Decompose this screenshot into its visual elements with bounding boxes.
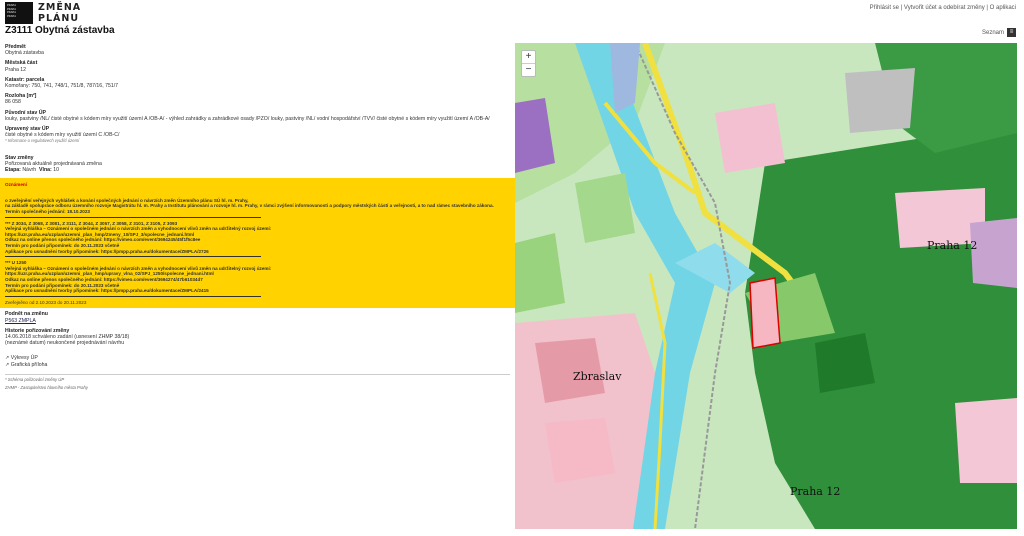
footnote-zhmp: ZHMP - Zastupitelstvo hlavního města Pra… [5,384,88,390]
map-label-praha12-north: Praha 12 [927,239,978,252]
cadastre-value: Komořany: 750, 741, 748/1, 751/8, 787/16… [5,83,119,90]
signup-link[interactable]: Vytvořit účet a odebírat změny [904,5,985,11]
original-state-value: louky, pastviny /NL/ čisté obytné s kóde… [5,115,490,122]
login-link[interactable]: Přihlásit se [870,5,899,11]
brand-line-2: PLÁNU [38,13,80,24]
area-section: Rozloha [m²] 86 058 [5,93,510,105]
modified-state-section: Upravený stav ÚP čisté obytné s kódem mí… [5,126,510,145]
history-status: (neznámé datum) neukončené projednávání … [5,340,125,347]
divider [5,216,261,218]
zoom-in-button[interactable]: + [522,51,535,63]
wave-value: 10 [53,167,59,174]
district-section: Městská část Praha 12 [5,60,510,72]
comment-app-link-1[interactable]: Aplikace pro usnadnění tvorby připomínek… [5,249,510,255]
zoom-control: + − [521,50,536,77]
links-section: ↗ Výkresy ÚP ↗ Grafická příloha [5,355,510,367]
land-use-map[interactable]: Praha 12 Zbraslav Praha 12 [515,43,1017,529]
top-navigation: Přihlásit se | Vytvořit účet a odebírat … [870,5,1016,11]
divider [5,295,261,297]
stage-label: Etapa: [5,167,21,174]
comment-app-link-2[interactable]: Aplikace pro usnadnění tvorby připomínek… [5,288,510,294]
announcement-box: Oznámení o zveřejnění veřejných vyhlášek… [0,178,515,309]
legend-label: Seznam [981,29,1004,36]
stage-row: Etapa: Návrh Vlna: 10 [5,167,510,173]
nav-separator: | [986,5,988,11]
footer-divider [5,373,510,375]
stage-value: Návrh [22,167,37,174]
submitter-label: Podnět na změnu [5,311,48,318]
district-value: Praha 12 [5,66,27,73]
praha-logo[interactable]: PRAHA PRAHA PRAHA PRAHA [5,2,33,24]
logo-text: PRAHA PRAHA PRAHA PRAHA [7,3,17,18]
original-state-section: Původní stav ÚP louky, pastviny /NL/ čis… [5,110,510,122]
area-value: 86 058 [5,99,21,106]
joint-hearing-date: Termín společného jednání: 18.10.2023 [5,209,90,215]
zoom-out-button[interactable]: − [522,63,535,76]
map-label-praha12-south: Praha 12 [790,485,841,498]
submitter-link[interactable]: P563 ZMPLA [5,318,36,324]
wave-label: Vlna: [39,167,52,174]
footnote-scheme[interactable]: * Schéma pořizování změny ÚP [5,377,510,383]
publication-dates: Zveřejněno od 2.10.2023 do 20.11.2023 [5,299,87,305]
page-title: Z3111 Obytná zástavba [5,25,115,36]
list-icon: ≡ [1007,28,1016,37]
change-state-section: Stav změny Pořizovaná aktuálně projednáv… [5,155,510,174]
about-link[interactable]: O aplikaci [990,5,1016,11]
change-detail-panel: Předmět Obytná zástavba Městská část Pra… [0,44,515,391]
history-section: Historie pořizování změny 14.06.2018 sch… [5,328,510,347]
brand-title[interactable]: ZMĚNA PLÁNU [38,2,81,24]
announcement-heading: Oznámení [5,182,27,188]
submitter-section: Podnět na změnu P563 ZMPLA [5,311,510,323]
cadastre-section: Katastr: parcela Komořany: 750, 741, 748… [5,77,510,89]
nav-separator: | [900,5,903,11]
brand-line-1: ZMĚNA [38,2,82,13]
subject-section: Předmět Obytná zástavba [5,44,510,56]
map-canvas[interactable] [515,43,1017,529]
regulations-note[interactable]: * Informace o regulativech využití území [5,138,510,144]
subject-value: Obytná zástavba [5,50,44,57]
graphic-attachment-link[interactable]: ↗ Grafická příloha [5,362,510,368]
legend-button[interactable]: Seznam ≡ [982,28,1016,37]
divider [5,256,261,258]
map-label-zbraslav: Zbraslav [573,370,622,383]
